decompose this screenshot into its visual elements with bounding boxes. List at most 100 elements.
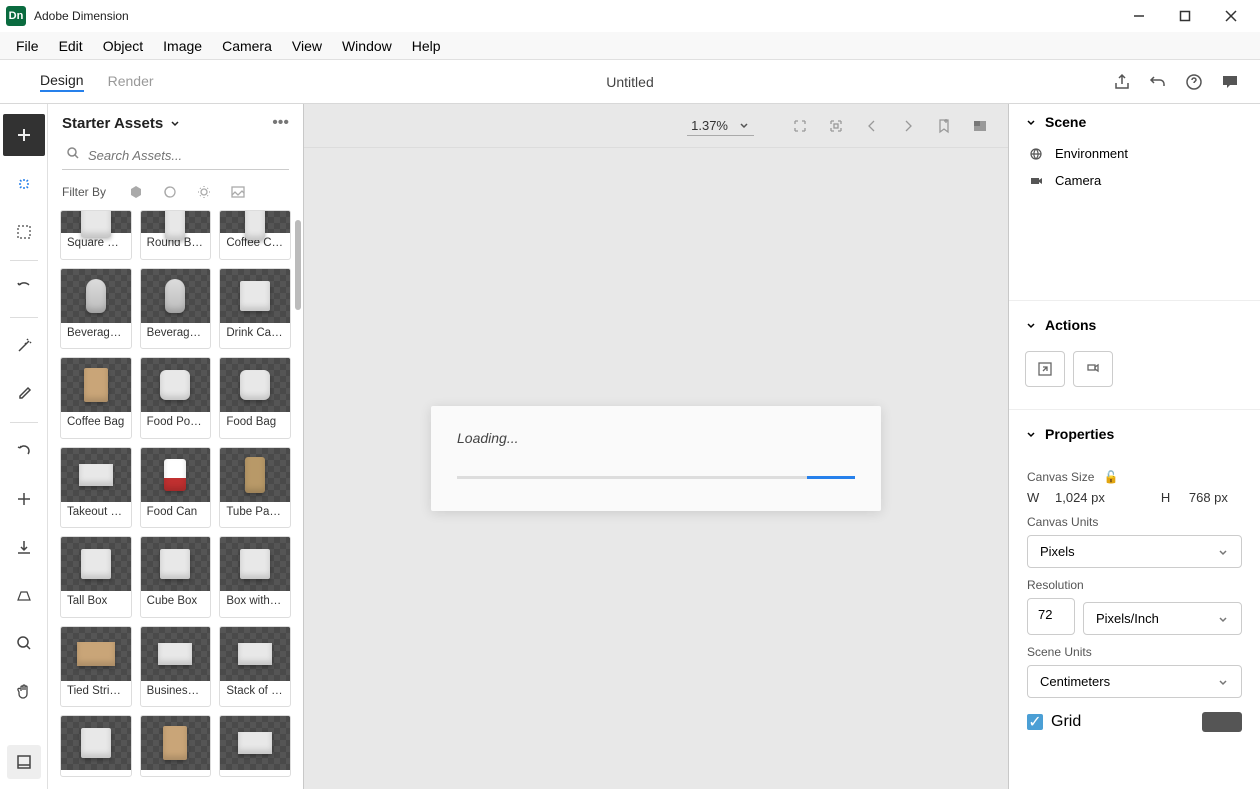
magic-wand-tool[interactable] (0, 322, 48, 370)
tab-design[interactable]: Design (40, 72, 84, 92)
zoom-tool[interactable] (0, 619, 48, 667)
add-button[interactable] (3, 114, 45, 156)
titlebar: Dn Adobe Dimension (0, 0, 1260, 32)
resolution-label: Resolution (1027, 578, 1242, 592)
canvas-units-select[interactable]: Pixels (1027, 535, 1242, 568)
align-tool[interactable] (0, 523, 48, 571)
menu-file[interactable]: File (6, 34, 49, 58)
eyedropper-tool[interactable] (0, 370, 48, 418)
feedback-icon[interactable] (1220, 72, 1240, 92)
asset-thumb (220, 716, 290, 770)
search-icon (66, 146, 80, 160)
canvas-view[interactable]: Loading... (304, 148, 1008, 789)
bookmark-next-icon[interactable] (898, 116, 918, 136)
filter-models-icon[interactable] (128, 184, 144, 200)
scene-section-head[interactable]: Scene (1009, 104, 1260, 140)
asset-item[interactable] (219, 715, 291, 777)
asset-item[interactable]: Business C... (140, 626, 212, 708)
asset-item[interactable]: Tall Box (60, 536, 132, 618)
action-resize-button[interactable] (1025, 351, 1065, 387)
asset-shape (160, 370, 190, 400)
scene-camera-row[interactable]: Camera (1009, 167, 1260, 194)
add-shape-tool[interactable] (0, 475, 48, 523)
search-input[interactable] (62, 142, 289, 170)
undo-icon[interactable] (1148, 72, 1168, 92)
render-preview-icon[interactable] (970, 116, 990, 136)
properties-section-head[interactable]: Properties (1009, 416, 1260, 452)
asset-item[interactable]: Food Can (140, 447, 212, 529)
assets-panel-title[interactable]: Starter Assets (62, 115, 181, 132)
asset-shape (160, 549, 190, 579)
asset-item[interactable]: Food Bag (219, 357, 291, 439)
asset-item[interactable]: Square Bo... (60, 210, 132, 260)
lock-icon[interactable]: 🔓 (1104, 470, 1119, 484)
add-bookmark-icon[interactable] (934, 116, 954, 136)
asset-item[interactable]: Takeout Box (60, 447, 132, 529)
width-value[interactable]: 1,024 px (1055, 490, 1105, 505)
asset-item[interactable]: Coffee Bag (60, 357, 132, 439)
asset-item[interactable]: Stack of Ca... (219, 626, 291, 708)
menu-image[interactable]: Image (153, 34, 212, 58)
menu-camera[interactable]: Camera (212, 34, 282, 58)
filter-lights-icon[interactable] (196, 184, 212, 200)
resolution-units-select[interactable]: Pixels/Inch (1083, 602, 1242, 635)
asset-item[interactable]: Tube Pack... (219, 447, 291, 529)
asset-item[interactable]: Round Bo... (140, 210, 212, 260)
asset-item[interactable]: Beverage ... (140, 268, 212, 350)
asset-thumb (61, 211, 131, 233)
actions-section-head[interactable]: Actions (1009, 307, 1260, 343)
filter-images-icon[interactable] (230, 184, 246, 200)
share-icon[interactable] (1112, 72, 1132, 92)
marquee-tool[interactable] (0, 208, 48, 256)
hand-tool[interactable] (0, 667, 48, 715)
asset-thumb (220, 211, 290, 233)
asset-thumb (220, 627, 290, 681)
asset-item[interactable]: Drink Cart... (219, 268, 291, 350)
grid-checkbox[interactable]: ✓ (1027, 714, 1043, 730)
asset-thumb (220, 358, 290, 412)
menu-object[interactable]: Object (93, 34, 153, 58)
asset-item[interactable]: Box with O... (219, 536, 291, 618)
frame-all-icon[interactable] (790, 116, 810, 136)
asset-item[interactable]: Tied String... (60, 626, 132, 708)
help-icon[interactable] (1184, 72, 1204, 92)
menu-edit[interactable]: Edit (49, 34, 93, 58)
asset-item[interactable]: Beverage ... (60, 268, 132, 350)
asset-item[interactable]: Coffee Cup (219, 210, 291, 260)
asset-thumb (141, 537, 211, 591)
perspective-tool[interactable] (0, 571, 48, 619)
bookmark-prev-icon[interactable] (862, 116, 882, 136)
close-button[interactable] (1208, 0, 1254, 32)
asset-item[interactable]: Cube Box (140, 536, 212, 618)
frame-selection-icon[interactable] (826, 116, 846, 136)
assets-panel: Starter Assets ••• Filter By Square Bo..… (48, 104, 304, 789)
tool-rail (0, 104, 48, 789)
asset-shape (165, 279, 185, 313)
height-value[interactable]: 768 px (1189, 490, 1228, 505)
menu-help[interactable]: Help (402, 34, 451, 58)
asset-thumb (141, 211, 211, 233)
filter-materials-icon[interactable] (162, 184, 178, 200)
select-tool[interactable] (0, 160, 48, 208)
menu-window[interactable]: Window (332, 34, 402, 58)
asset-item[interactable] (140, 715, 212, 777)
resolution-value[interactable]: 72 (1027, 598, 1075, 635)
minimize-button[interactable] (1116, 0, 1162, 32)
asset-label: Tall Box (61, 591, 131, 611)
assets-menu-icon[interactable]: ••• (272, 114, 289, 132)
grid-color-swatch[interactable] (1202, 712, 1242, 732)
menu-view[interactable]: View (282, 34, 332, 58)
asset-item[interactable] (60, 715, 132, 777)
scene-environment-row[interactable]: Environment (1009, 140, 1260, 167)
asset-item[interactable]: Food Pouch (140, 357, 212, 439)
rotate-tool[interactable] (0, 427, 48, 475)
layout-toggle[interactable] (7, 745, 41, 779)
maximize-button[interactable] (1162, 0, 1208, 32)
loading-text: Loading... (457, 430, 855, 446)
action-match-button[interactable] (1073, 351, 1113, 387)
asset-grid[interactable]: Square Bo...Round Bo...Coffee CupBeverag… (48, 210, 303, 789)
zoom-control[interactable]: 1.37% (687, 116, 754, 136)
tab-render[interactable]: Render (108, 73, 154, 91)
orbit-tool[interactable] (0, 265, 48, 313)
scene-units-select[interactable]: Centimeters (1027, 665, 1242, 698)
